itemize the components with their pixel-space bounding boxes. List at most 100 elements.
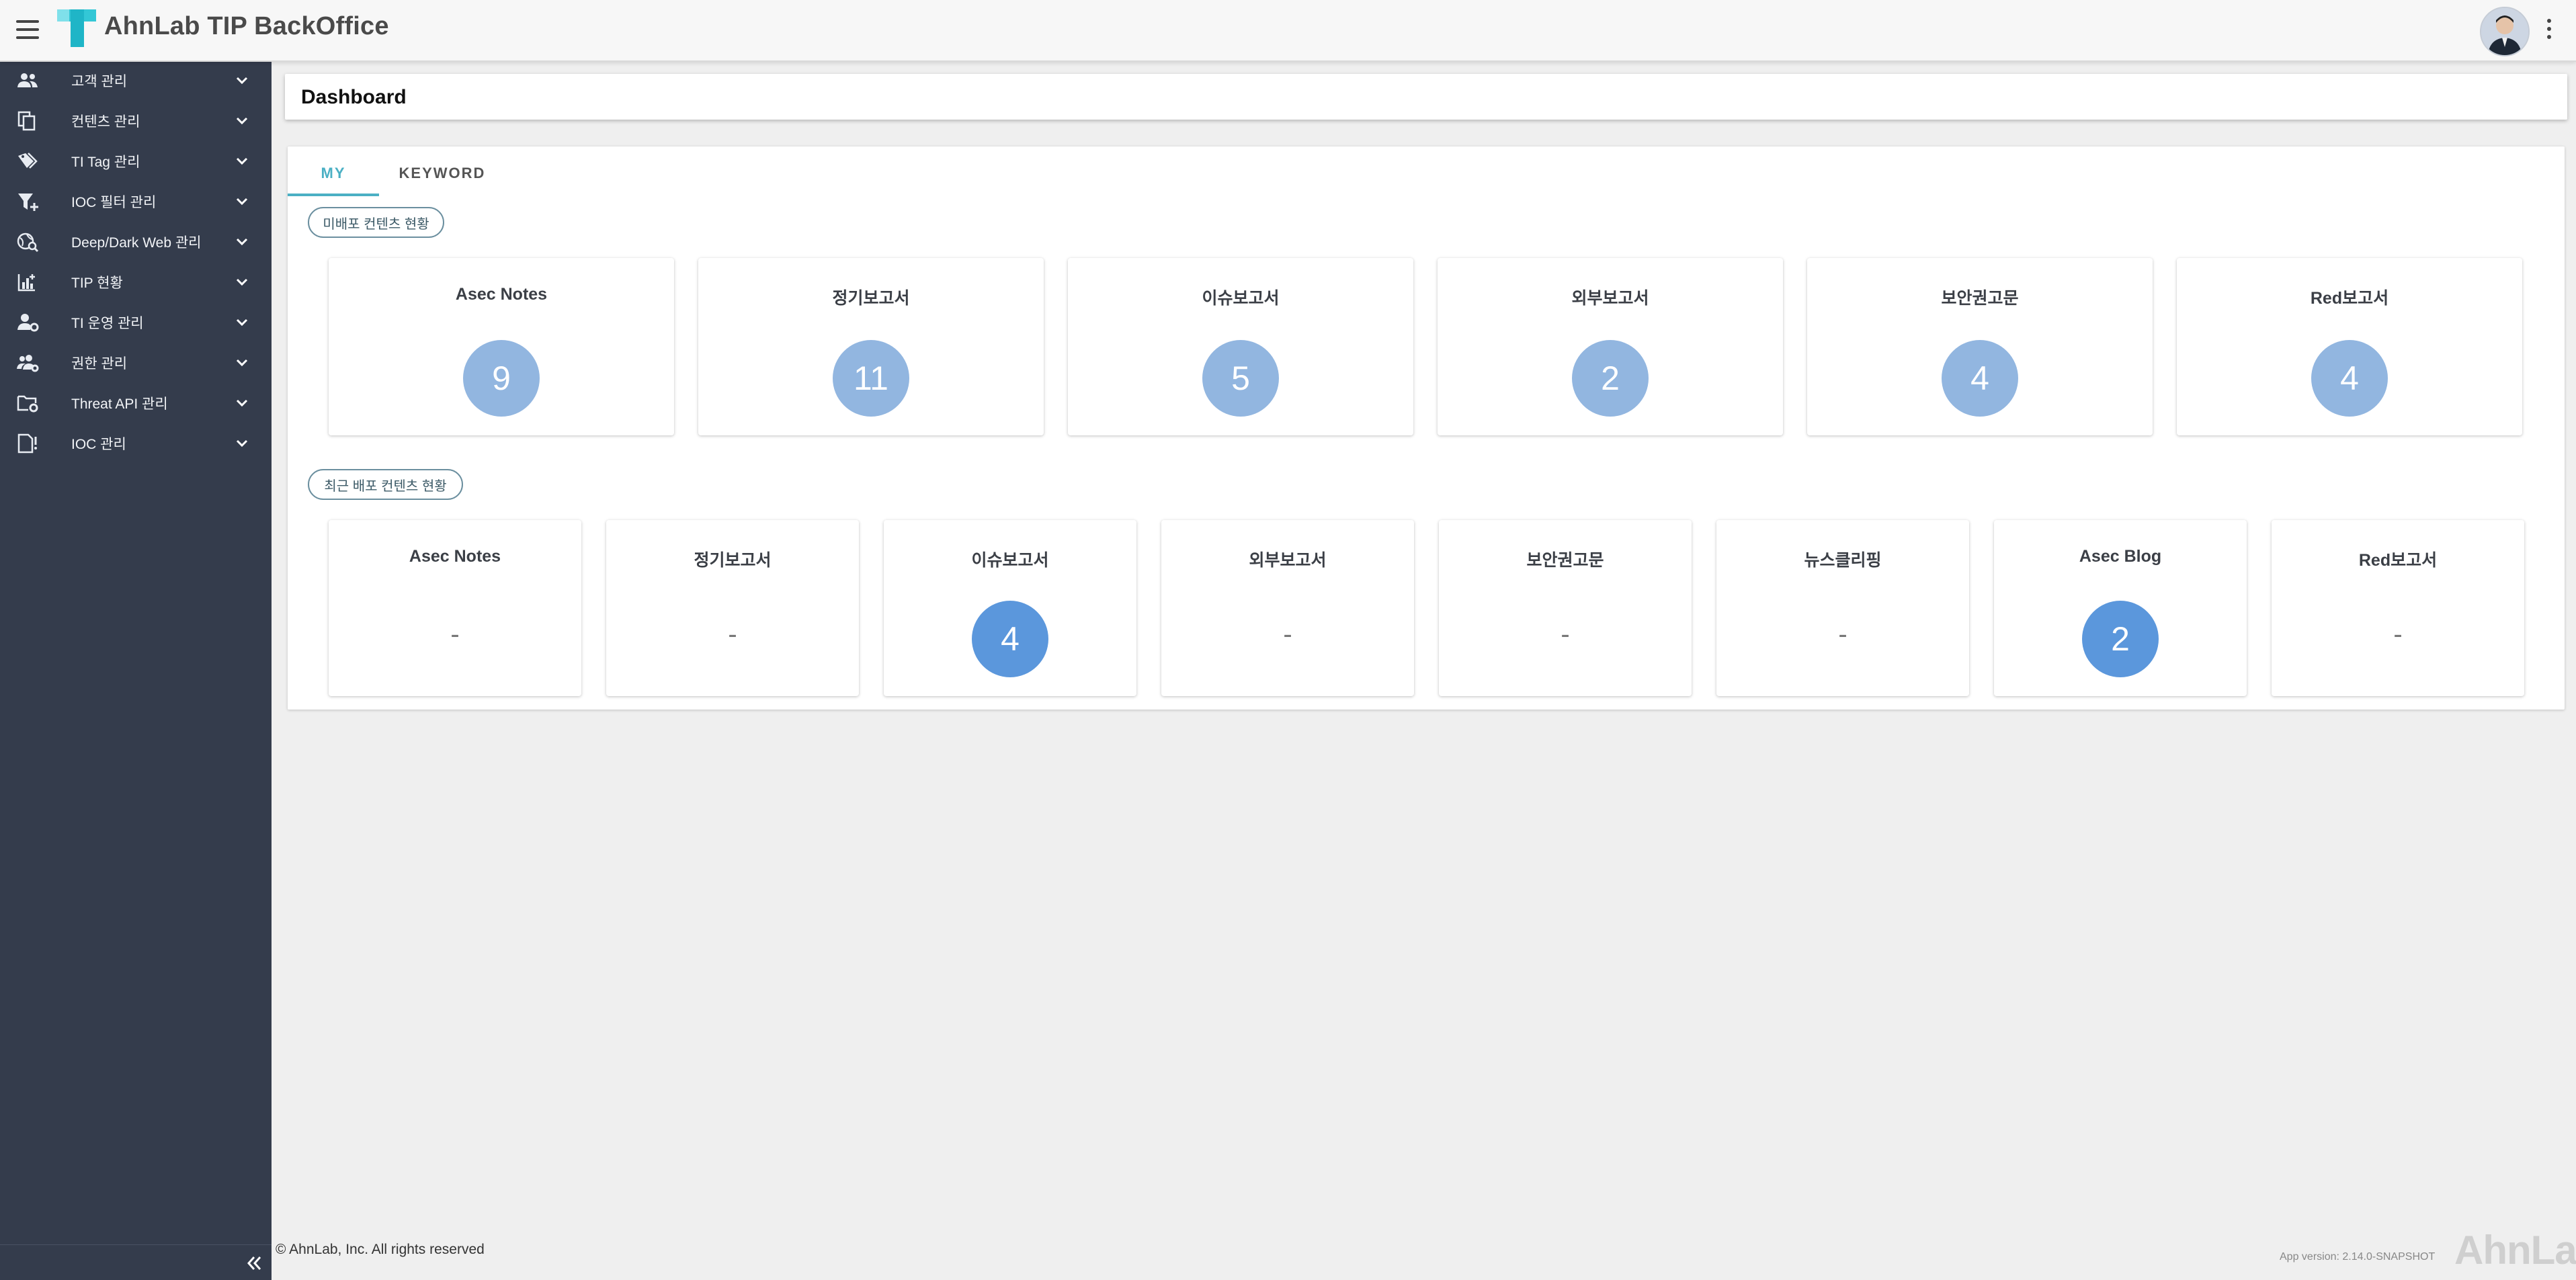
- card-title: Asec Notes: [455, 285, 548, 304]
- footer-brand-logo: AhnLab: [2454, 1228, 2576, 1273]
- chevron-down-icon: [236, 278, 248, 286]
- tags-icon: [18, 153, 38, 169]
- empty-value: -: [1838, 620, 1847, 649]
- sidebar-item-label: 컨텐츠 관리: [71, 114, 140, 130]
- chevron-down-icon: [236, 359, 248, 367]
- card-title: 외부보고서: [1249, 551, 1327, 570]
- document-alert-icon: [17, 433, 37, 454]
- undistributed-card-asec-notes[interactable]: Asec Notes 9: [329, 258, 674, 435]
- card-title: 뉴스클리핑: [1804, 551, 1882, 570]
- tab-keyword[interactable]: KEYWORD: [388, 153, 496, 194]
- undistributed-card-regular-report[interactable]: 정기보고서 11: [698, 258, 1044, 435]
- card-title: 이슈보고서: [1202, 289, 1280, 308]
- card-title: Asec Notes: [409, 547, 501, 566]
- sidebar-item-ioc-filter[interactable]: IOC 필터 관리: [0, 181, 272, 222]
- card-title: 정기보고서: [694, 551, 772, 570]
- copy-icon: [17, 111, 36, 131]
- page-header: Dashboard: [285, 74, 2567, 120]
- sidebar-item-permission[interactable]: 권한 관리: [0, 343, 272, 383]
- recent-card-external-report[interactable]: 외부보고서 -: [1161, 520, 1414, 696]
- sidebar-item-label: Threat API 관리: [71, 396, 168, 412]
- sidebar-item-tip-status[interactable]: TIP 현황: [0, 262, 272, 302]
- more-options-icon[interactable]: [2546, 19, 2552, 43]
- tab-my[interactable]: MY: [288, 153, 379, 196]
- footer-app-version: App version: 2.14.0-SNAPSHOT: [2280, 1251, 2436, 1263]
- chevron-down-icon: [236, 77, 248, 85]
- user-avatar-image: [2481, 8, 2528, 55]
- recent-section-label: 최근 배포 컨텐츠 현황: [308, 469, 463, 500]
- count-badge: 4: [972, 601, 1048, 677]
- sidebar-item-deep-dark-web[interactable]: Deep/Dark Web 관리: [0, 222, 272, 262]
- app-title: AhnLab TIP BackOffice: [104, 12, 389, 40]
- user-avatar[interactable]: [2480, 7, 2530, 56]
- recent-card-asec-notes[interactable]: Asec Notes -: [329, 520, 581, 696]
- chevron-down-icon: [236, 157, 248, 165]
- sidebar-item-content[interactable]: 컨텐츠 관리: [0, 101, 272, 141]
- chevron-down-icon: [236, 318, 248, 327]
- chevron-down-icon: [236, 399, 248, 407]
- filter-add-icon: [18, 194, 38, 211]
- undistributed-section-label: 미배포 컨텐츠 현황: [308, 207, 444, 238]
- recent-card-asec-blog[interactable]: Asec Blog 2: [1994, 520, 2247, 696]
- sidebar-item-ti-tag[interactable]: TI Tag 관리: [0, 141, 272, 181]
- card-title: Asec Blog: [2079, 547, 2162, 566]
- group-gear-icon: [17, 355, 39, 372]
- recent-card-red-report[interactable]: Red보고서 -: [2272, 520, 2524, 696]
- recent-card-regular-report[interactable]: 정기보고서 -: [606, 520, 859, 696]
- count-badge: 11: [833, 340, 909, 417]
- card-title: 외부보고서: [1571, 289, 1649, 308]
- sidebar-item-label: TIP 현황: [71, 275, 123, 291]
- chevron-down-icon: [236, 238, 248, 246]
- sidebar-item-label: IOC 관리: [71, 437, 126, 452]
- sidebar-footer: [0, 1244, 272, 1280]
- undistributed-card-security-advisory[interactable]: 보안권고문 4: [1807, 258, 2153, 435]
- sidebar-item-label: TI 운영 관리: [71, 316, 144, 331]
- count-badge: 4: [2311, 340, 2388, 417]
- sidebar-item-ti-operation[interactable]: TI 운영 관리: [0, 302, 272, 343]
- sidebar-item-label: Deep/Dark Web 관리: [71, 235, 202, 251]
- person-gear-icon: [17, 314, 39, 332]
- sidebar-item-label: IOC 필터 관리: [71, 195, 157, 210]
- globe-search-icon: [17, 232, 39, 253]
- empty-value: -: [2393, 620, 2403, 649]
- app-logo: [57, 9, 96, 47]
- chevron-down-icon: [236, 117, 248, 125]
- empty-value: -: [450, 620, 460, 649]
- count-badge: 5: [1202, 340, 1279, 417]
- undistributed-card-issue-report[interactable]: 이슈보고서 5: [1068, 258, 1413, 435]
- chevron-down-icon: [236, 439, 248, 447]
- page-title: Dashboard: [301, 86, 407, 108]
- card-title: Red보고서: [2358, 551, 2438, 570]
- recent-card-news-clipping[interactable]: 뉴스클리핑 -: [1716, 520, 1969, 696]
- collapse-sidebar-icon[interactable]: [242, 1252, 265, 1275]
- sidebar-item-label: 고객 관리: [71, 74, 128, 89]
- card-title: 정기보고서: [832, 289, 910, 308]
- folder-gear-icon: [17, 395, 38, 413]
- sidebar: 고객 관리 컨텐츠 관리 TI Tag 관리 IOC 필터 관리 Deep/Da…: [0, 60, 272, 1280]
- undistributed-card-external-report[interactable]: 외부보고서 2: [1438, 258, 1783, 435]
- footer-copyright: © AhnLab, Inc. All rights reserved: [276, 1242, 485, 1257]
- card-title: 보안권고문: [1941, 289, 2019, 308]
- sidebar-item-threat-api[interactable]: Threat API 관리: [0, 383, 272, 423]
- count-badge: 2: [2082, 601, 2159, 677]
- count-badge: 4: [1942, 340, 2018, 417]
- empty-value: -: [1283, 620, 1292, 649]
- recent-card-security-advisory[interactable]: 보안권고문 -: [1439, 520, 1692, 696]
- count-badge: 9: [463, 340, 540, 417]
- count-badge: 2: [1572, 340, 1649, 417]
- dashboard-panel: MY KEYWORD 미배포 컨텐츠 현황 Asec Notes 9 정기보고서…: [288, 146, 2565, 710]
- card-title: Red보고서: [2310, 289, 2389, 308]
- empty-value: -: [728, 620, 737, 649]
- sidebar-item-label: TI Tag 관리: [71, 155, 140, 170]
- recent-card-issue-report[interactable]: 이슈보고서 4: [884, 520, 1136, 696]
- sidebar-item-ioc[interactable]: IOC 관리: [0, 423, 272, 464]
- card-title: 이슈보고서: [971, 551, 1049, 570]
- sidebar-item-label: 권한 관리: [71, 356, 128, 372]
- menu-icon[interactable]: [16, 20, 39, 40]
- undistributed-card-red-report[interactable]: Red보고서 4: [2177, 258, 2522, 435]
- top-app-bar: AhnLab TIP BackOffice: [0, 0, 2576, 62]
- sidebar-item-customer[interactable]: 고객 관리: [0, 60, 272, 101]
- card-title: 보안권고문: [1526, 551, 1604, 570]
- people-icon: [17, 73, 38, 87]
- empty-value: -: [1561, 620, 1570, 649]
